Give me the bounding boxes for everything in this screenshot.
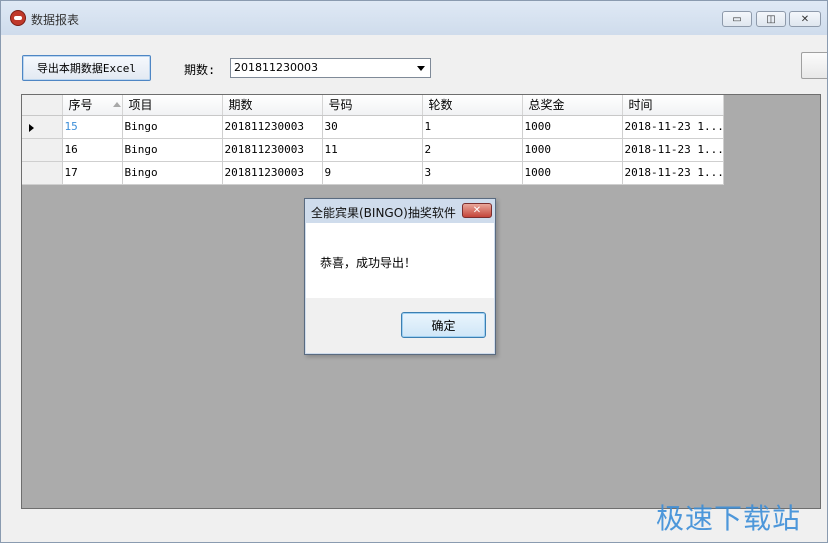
sort-ascending-icon (112, 102, 121, 107)
close-button[interactable]: ✕ (789, 11, 821, 27)
table-cell[interactable]: 11 (322, 138, 423, 162)
table-row[interactable]: 15 Bingo 201811230003 30 1 1000 2018-11-… (22, 115, 724, 139)
table-cell[interactable]: 2 (422, 138, 523, 162)
message-dialog: 全能宾果(BINGO)抽奖软件 ✕ 恭喜，成功导出！ 确定 (304, 198, 496, 355)
watermark-logo: 极速下载站 (656, 502, 802, 535)
dialog-close-button[interactable]: ✕ (462, 203, 492, 218)
table-cell[interactable]: 1000 (522, 161, 623, 185)
table-row[interactable]: 16 Bingo 201811230003 11 2 1000 2018-11-… (22, 138, 724, 162)
column-header-seq[interactable]: 序号 (62, 95, 123, 116)
column-header-period[interactable]: 期数 (222, 95, 323, 116)
table-cell[interactable]: 16 (62, 138, 123, 162)
table-cell[interactable]: 201811230003 (222, 138, 323, 162)
table-cell[interactable]: 1000 (522, 138, 623, 162)
table-cell[interactable]: Bingo (122, 161, 223, 185)
table-row[interactable]: 17 Bingo 201811230003 9 3 1000 2018-11-2… (22, 161, 724, 185)
maximize-icon: ◫ (766, 13, 776, 25)
table-cell[interactable]: 1000 (522, 115, 623, 139)
dialog-title: 全能宾果(BINGO)抽奖软件 (311, 206, 456, 220)
row-header[interactable] (22, 161, 63, 185)
window-title: 数据报表 (31, 13, 80, 27)
table-cell[interactable]: 2018-11-23 1... (622, 115, 724, 139)
data-table: 序号 项目 期数 号码 轮数 总奖金 时间 15 Bingo 201811230… (22, 95, 724, 185)
minimize-icon: ▭ (732, 13, 742, 25)
dialog-footer: 确定 (306, 298, 494, 353)
column-header-time[interactable]: 时间 (622, 95, 724, 116)
column-header-prize[interactable]: 总奖金 (522, 95, 623, 116)
dialog-body: 恭喜，成功导出！ (306, 223, 494, 298)
table-cell[interactable]: 3 (422, 161, 523, 185)
partial-button[interactable] (801, 52, 827, 79)
report-window: 数据报表 ▭ ◫ ✕ 导出本期数据Excel 期数: 201811230003 … (0, 0, 828, 543)
table-cell[interactable]: 2018-11-23 1... (622, 161, 724, 185)
table-cell[interactable]: 17 (62, 161, 123, 185)
column-header-round[interactable]: 轮数 (422, 95, 523, 116)
column-header-number[interactable]: 号码 (322, 95, 423, 116)
table-cell[interactable]: 201811230003 (222, 161, 323, 185)
export-excel-button[interactable]: 导出本期数据Excel (22, 55, 151, 81)
ok-button[interactable]: 确定 (401, 312, 486, 338)
row-header[interactable] (22, 138, 63, 162)
chevron-down-icon[interactable] (417, 66, 425, 71)
table-cell[interactable]: 9 (322, 161, 423, 185)
title-bar[interactable]: 数据报表 ▭ ◫ ✕ (1, 1, 827, 35)
table-cell[interactable]: 15 (62, 115, 123, 139)
period-select-value: 201811230003 (234, 61, 318, 74)
row-header[interactable] (22, 115, 63, 139)
column-header-item[interactable]: 项目 (122, 95, 223, 116)
dialog-message: 恭喜，成功导出！ (320, 256, 417, 270)
period-label: 期数: (184, 63, 216, 77)
period-select[interactable]: 201811230003 (230, 58, 431, 78)
maximize-button[interactable]: ◫ (756, 11, 786, 27)
grid-corner[interactable] (22, 95, 63, 116)
table-cell[interactable]: 1 (422, 115, 523, 139)
table-cell[interactable]: 2018-11-23 1... (622, 138, 724, 162)
header-row: 序号 项目 期数 号码 轮数 总奖金 时间 (22, 95, 724, 116)
current-row-icon (29, 123, 34, 132)
close-icon: ✕ (800, 13, 810, 25)
table-cell[interactable]: 201811230003 (222, 115, 323, 139)
table-cell[interactable]: Bingo (122, 115, 223, 139)
app-logo-icon (10, 10, 26, 26)
table-cell[interactable]: Bingo (122, 138, 223, 162)
close-icon: ✕ (472, 205, 482, 216)
minimize-button[interactable]: ▭ (722, 11, 752, 27)
table-cell[interactable]: 30 (322, 115, 423, 139)
